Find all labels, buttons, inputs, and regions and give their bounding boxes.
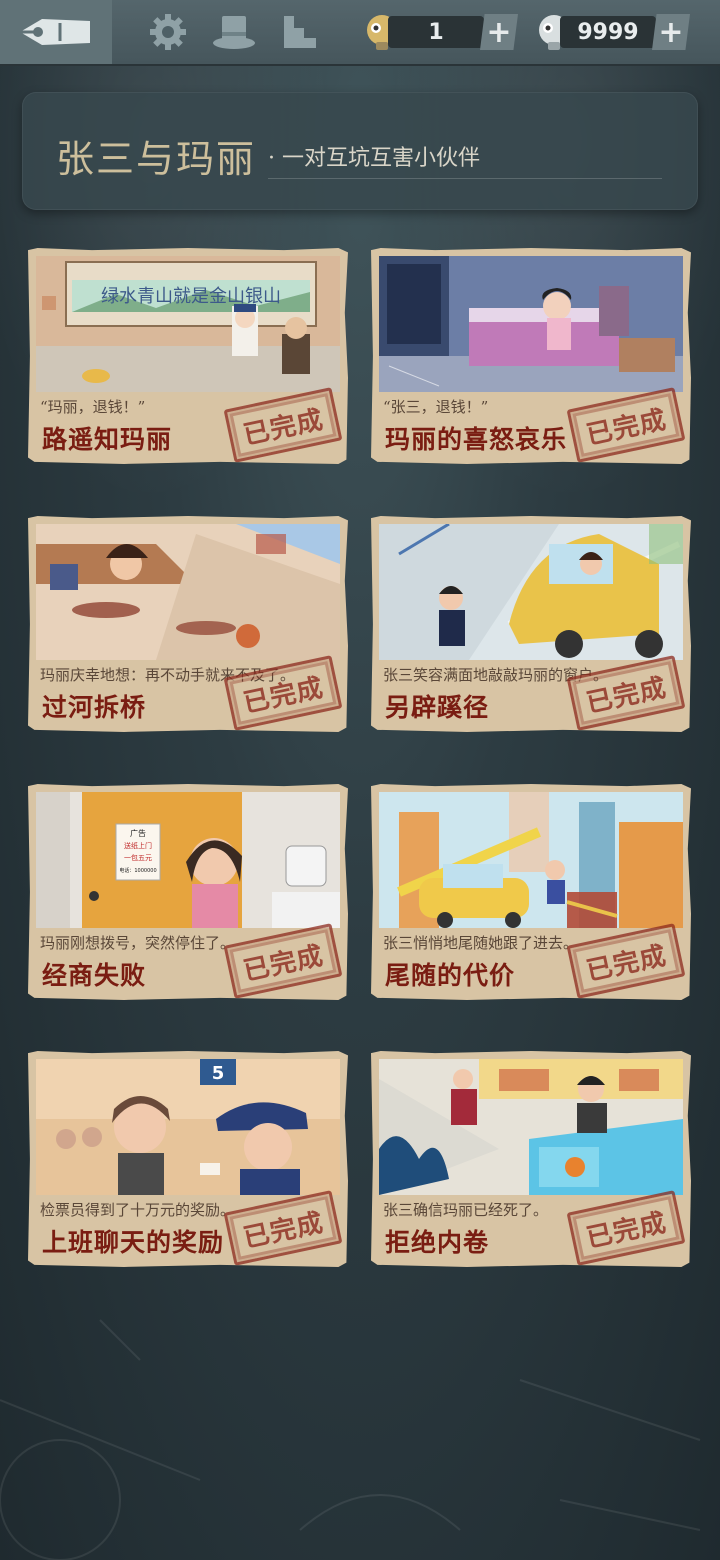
level-illustration — [379, 1059, 683, 1195]
card-caption: 玛丽刚想拨号，突然停住了。 — [40, 934, 236, 952]
level-card-3[interactable]: 玛丽庆幸地想：再不动手就来不及了。 过河拆桥 已完成 — [28, 516, 348, 732]
card-title: 拒绝内卷 — [385, 1228, 490, 1257]
level-card-2[interactable]: “张三，退钱！” 玛丽的喜怒哀乐 已完成 — [371, 248, 691, 464]
add-coin-button[interactable]: + — [652, 14, 690, 50]
coin-count: 9999 — [560, 16, 656, 48]
progress-button[interactable] — [278, 10, 322, 54]
header-divider — [268, 178, 662, 179]
slogan-banner: 绿水青山就是金山银山 — [101, 286, 281, 307]
chapter-header: 张三与玛丽 · 一对互坑互害小伙伴 — [22, 92, 698, 210]
card-caption: “张三，退钱！” — [383, 398, 489, 416]
completed-stamp: 已完成 — [223, 923, 343, 999]
wardrobe-button[interactable] — [212, 10, 256, 54]
level-illustration — [379, 792, 683, 928]
poster-line-3: 电话：1000000 — [119, 867, 156, 874]
level-card-6[interactable]: 张三悄悄地尾随她跟了进去。 尾随的代价 已完成 — [371, 784, 691, 1000]
poster-line-2: 一包五元 — [124, 853, 152, 862]
back-button[interactable] — [0, 0, 112, 64]
poster-heading: 广告 — [130, 828, 146, 838]
card-title: 尾随的代价 — [385, 961, 516, 990]
top-bar: 1 + 9999 + — [0, 0, 720, 66]
stairs-icon — [284, 16, 316, 48]
pen-nib-icon — [20, 19, 90, 45]
chapter-subtitle: · 一对互坑互害小伙伴 — [268, 146, 480, 171]
card-caption: 张三悄悄地尾随她跟了进去。 — [383, 934, 579, 952]
level-card-7[interactable]: 5 检票员得到了十万元的奖励。 上班聊天的奖励 已完成 — [28, 1051, 348, 1267]
completed-stamp: 已完成 — [566, 1190, 686, 1266]
level-illustration — [36, 524, 340, 660]
level-illustration: 绿水青山就是金山银山 — [36, 256, 340, 392]
completed-stamp: 已完成 — [566, 387, 686, 463]
add-hint-button[interactable]: + — [480, 14, 518, 50]
completed-stamp: 已完成 — [223, 1190, 343, 1266]
level-card-8[interactable]: 张三确信玛丽已经死了。 拒绝内卷 已完成 — [371, 1051, 691, 1267]
card-title: 过河拆桥 — [42, 693, 147, 722]
level-illustration: 5 — [36, 1059, 340, 1195]
gate-number-sign: 5 — [212, 1063, 225, 1084]
top-hat-icon — [213, 16, 255, 49]
level-illustration — [379, 524, 683, 660]
card-caption: 检票员得到了十万元的奖励。 — [40, 1201, 236, 1219]
level-illustration: 广告 送纸上门 一包五元 电话：1000000 — [36, 792, 340, 928]
completed-stamp: 已完成 — [223, 387, 343, 463]
card-title: 玛丽的喜怒哀乐 — [385, 425, 568, 454]
gear-icon — [150, 14, 186, 50]
level-card-5[interactable]: 广告 送纸上门 一包五元 电话：1000000 玛丽刚想拨号，突然停住了。 经商… — [28, 784, 348, 1000]
level-illustration — [379, 256, 683, 392]
card-title: 另辟蹊径 — [385, 693, 490, 722]
level-card-4[interactable]: 张三笑容满面地敲敲玛丽的窗户。 另辟蹊径 已完成 — [371, 516, 691, 732]
card-caption: “玛丽，退钱！” — [40, 398, 146, 416]
card-caption: 张三确信玛丽已经死了。 — [383, 1201, 549, 1219]
card-title: 上班聊天的奖励 — [42, 1228, 225, 1257]
hint-count: 1 — [388, 16, 484, 48]
completed-stamp: 已完成 — [566, 923, 686, 999]
card-title: 经商失败 — [42, 961, 147, 990]
card-title: 路遥知玛丽 — [42, 425, 173, 454]
chapter-title: 张三与玛丽 — [56, 137, 257, 181]
level-card-1[interactable]: 绿水青山就是金山银山 “玛丽，退钱！” 路遥知玛丽 已完成 — [28, 248, 348, 464]
poster-line-1: 送纸上门 — [124, 841, 152, 850]
settings-button[interactable] — [146, 10, 190, 54]
